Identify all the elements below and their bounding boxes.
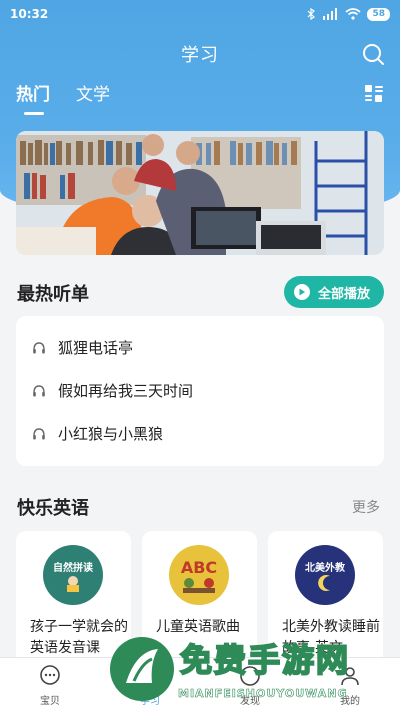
english-cards: 自然拼读 孩子一学就会的英语发音课 ABC 儿童英语歌曲 北美外教 北美外教读睡…	[16, 531, 383, 671]
app-header: 学习	[0, 38, 400, 70]
status-bar: 10:32 58	[0, 0, 400, 28]
course-title: 儿童英语歌曲	[156, 619, 240, 635]
course-card[interactable]: ABC 儿童英语歌曲	[142, 531, 257, 671]
cover-text: 北美外教	[305, 562, 345, 574]
hot-list-title: 最热听单	[17, 284, 89, 305]
course-card[interactable]: 自然拼读 孩子一学就会的英语发音课	[16, 531, 131, 671]
promo-banner[interactable]	[16, 131, 384, 255]
play-icon	[294, 284, 310, 300]
kids-illustration-icon	[183, 577, 215, 593]
nav-discover[interactable]: 发现	[200, 658, 300, 711]
list-item-label: 狐狸电话亭	[58, 339, 134, 357]
hot-list-card: 狐狸电话亭 假如再给我三天时间 小红狼与小黑狼	[16, 316, 384, 466]
nav-label: 发现	[240, 696, 260, 707]
list-item-label: 假如再给我三天时间	[58, 382, 194, 400]
headphones-icon	[33, 427, 45, 439]
headphones-icon	[33, 384, 45, 396]
headphones-icon	[33, 341, 45, 353]
course-card[interactable]: 北美外教 北美外教读睡前故事-英文	[268, 531, 383, 671]
course-cover: ABC	[169, 545, 229, 605]
person-icon	[341, 667, 359, 686]
tab-literature[interactable]: 文学	[76, 80, 110, 113]
course-title: 孩子一学就会的英语发音课	[30, 619, 128, 656]
list-item[interactable]: 假如再给我三天时间	[16, 369, 384, 412]
nav-label: 我的	[340, 696, 360, 707]
search-icon[interactable]	[360, 41, 386, 67]
tab-hot[interactable]: 热门	[16, 80, 50, 115]
compass-icon	[240, 666, 260, 686]
nav-study[interactable]: 学习	[100, 658, 200, 711]
course-title: 北美外教读睡前故事-英文	[282, 619, 380, 656]
chat-bubble-icon	[40, 665, 60, 685]
grid-menu-icon[interactable]	[364, 84, 384, 104]
category-tabs: 热门 文学	[16, 80, 110, 115]
nav-baby[interactable]: 宝贝	[0, 658, 100, 711]
wifi-icon	[345, 8, 361, 20]
more-link[interactable]: 更多	[352, 497, 380, 517]
bottom-nav: 宝贝 学习 发现 我的	[0, 657, 400, 711]
bluetooth-icon	[308, 8, 316, 20]
course-cover: 北美外教	[295, 545, 355, 605]
moon-icon	[318, 574, 330, 591]
page-title: 学习	[181, 45, 219, 66]
nav-label: 学习	[140, 696, 160, 707]
list-item[interactable]: 小红狼与小黑狼	[16, 412, 384, 455]
book-icon	[142, 667, 158, 685]
battery-indicator: 58	[367, 7, 390, 21]
cover-text: 自然拼读	[53, 562, 93, 574]
english-section-title: 快乐英语	[17, 498, 89, 519]
nav-mine[interactable]: 我的	[300, 658, 400, 711]
banner-image	[16, 131, 384, 255]
signal-icon	[323, 8, 338, 20]
cover-text: ABC	[180, 557, 218, 577]
play-all-label: 全部播放	[318, 286, 371, 302]
nav-label: 宝贝	[40, 696, 60, 707]
course-cover: 自然拼读	[43, 545, 103, 605]
status-time: 10:32	[10, 7, 49, 21]
child-illustration-icon	[67, 575, 79, 592]
list-item-label: 小红狼与小黑狼	[58, 425, 164, 443]
play-all-button[interactable]: 全部播放	[284, 276, 384, 308]
status-icons: 58	[307, 7, 390, 21]
list-item[interactable]: 狐狸电话亭	[16, 326, 384, 369]
